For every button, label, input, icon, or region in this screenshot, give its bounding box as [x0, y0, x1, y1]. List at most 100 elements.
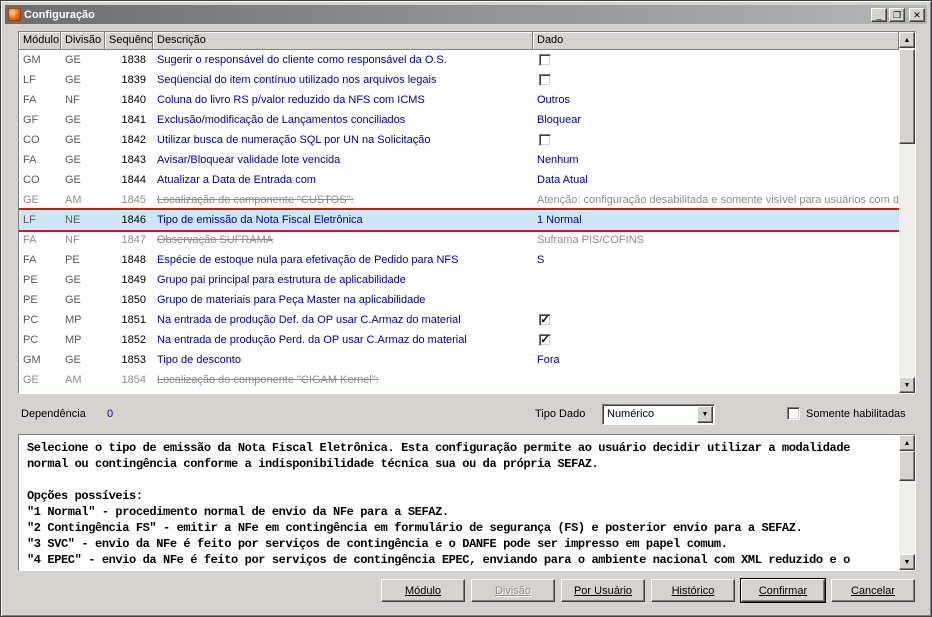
table-row[interactable]: FA NF 1840 Coluna do livro RS p/valor reduz…	[19, 90, 899, 110]
table-row[interactable]: CO GE 1842 Utilizar busca de numeração SQL …	[19, 130, 899, 150]
cell-sequencia: 1844	[121, 174, 146, 186]
config-table: Módulo Divisão Sequência Descrição Dado …	[18, 31, 916, 394]
cell-divisao: MP	[65, 334, 82, 346]
table-row[interactable]: GF GE 1841 Exclusão/modificação de Lançamen…	[19, 110, 899, 130]
por-usuario-button[interactable]: Por Usuário	[561, 579, 645, 602]
dependencia-label: Dependência	[21, 408, 86, 420]
cell-sequencia: 1852	[121, 334, 146, 346]
column-header-modulo[interactable]: Módulo	[19, 32, 61, 50]
scroll-up-icon[interactable]: ▲	[899, 435, 915, 451]
cell-divisao: NE	[65, 214, 81, 226]
cell-divisao: GE	[65, 54, 81, 66]
cell-divisao: GE	[65, 294, 81, 306]
cell-modulo: FA	[23, 154, 37, 166]
table-row[interactable]: LF GE 1839 Seqüencial do item contínuo util…	[19, 70, 899, 90]
table-row[interactable]: PE GE 1850 Grupo de materiais para Peça Mas…	[19, 290, 899, 310]
cell-descricao: Seqüencial do item contínuo utilizado no…	[157, 74, 437, 86]
table-row[interactable]: LF NE 1846 Tipo de emissão da Nota Fiscal E…	[19, 208, 899, 232]
cell-dado: ✓	[533, 314, 899, 326]
window-controls: _ ❐ ✕	[871, 7, 925, 22]
description-text: Selecione o tipo de emissão da Nota Fisc…	[27, 441, 850, 567]
cell-sequencia: 1842	[121, 134, 146, 146]
modulo-button[interactable]: Módulo	[381, 579, 465, 602]
chevron-down-icon[interactable]: ▼	[697, 406, 713, 423]
cell-divisao: GE	[65, 74, 81, 86]
cell-descricao: Exclusão/modificação de Lançamentos conc…	[157, 114, 406, 126]
close-icon[interactable]: ✕	[909, 7, 925, 22]
cell-sequencia: 1854	[121, 374, 146, 386]
column-header-sequencia[interactable]: Sequência	[105, 32, 153, 50]
status-row: Dependência 0 Tipo Dado Numérico ▼ Somen…	[1, 401, 931, 427]
cell-sequencia: 1841	[121, 114, 146, 126]
scrollbar-thumb[interactable]	[899, 451, 915, 481]
window-title: Configuração	[24, 8, 95, 21]
cell-divisao: GE	[65, 274, 81, 286]
historico-button[interactable]: Histórico	[651, 579, 735, 602]
tipo-dado-select[interactable]: Numérico ▼	[602, 404, 715, 425]
scrollbar-thumb[interactable]	[899, 49, 915, 144]
cell-dado: Atenção: configuração desabilitada e som…	[537, 194, 899, 206]
column-header-descricao[interactable]: Descrição	[153, 32, 533, 50]
maximize-icon[interactable]: ❐	[889, 7, 905, 22]
cell-sequencia: 1838	[121, 54, 146, 66]
minimize-icon[interactable]: _	[871, 7, 887, 22]
table-row[interactable]: FA PE 1848 Espécie de estoque nula para efe…	[19, 250, 899, 270]
cell-modulo: CO	[23, 174, 40, 186]
cell-modulo: CO	[23, 134, 40, 146]
confirmar-button[interactable]: Confirmar	[741, 579, 825, 602]
table-row[interactable]: GE AM 1845 Localização do componente "CUSTO…	[19, 190, 899, 210]
table-row[interactable]: GM GE 1853 Tipo de desconto Fora	[19, 350, 899, 370]
cell-sequencia: 1848	[121, 254, 146, 266]
table-row[interactable]: GM GE 1838 Sugerir o responsável do cliente…	[19, 50, 899, 70]
scroll-up-icon[interactable]: ▲	[899, 32, 915, 48]
cell-descricao: Tipo de desconto	[157, 354, 241, 366]
cell-descricao: Grupo de materiais para Peça Master na a…	[157, 294, 426, 306]
scroll-down-icon[interactable]: ▼	[899, 554, 915, 570]
cell-dado: 1 Normal	[537, 214, 582, 226]
table-scrollbar[interactable]: ▲ ▼	[899, 32, 915, 393]
cell-descricao: Avisar/Bloquear validade lote vencida	[157, 154, 341, 166]
cell-divisao: GE	[65, 174, 81, 186]
cell-descricao: Atualizar a Data de Entrada com	[157, 174, 316, 186]
somente-habilitadas-checkbox[interactable]	[787, 407, 800, 420]
column-header-dado[interactable]: Dado	[533, 32, 899, 50]
cancelar-button[interactable]: Cancelar	[831, 579, 915, 602]
cell-divisao: NF	[65, 94, 80, 106]
dado-checkbox[interactable]	[539, 54, 551, 66]
dado-checkbox[interactable]	[539, 74, 551, 86]
cell-modulo: FA	[23, 254, 37, 266]
cell-descricao: Na entrada de produção Def. da OP usar C…	[157, 314, 461, 326]
table-body: GM GE 1838 Sugerir o responsável do cliente…	[19, 50, 899, 393]
cell-sequencia: 1847	[121, 234, 146, 246]
description-scrollbar[interactable]: ▲ ▼	[899, 435, 915, 570]
table-row[interactable]: PE GE 1849 Grupo pai principal para estrutu…	[19, 270, 899, 290]
dado-checkbox[interactable]	[539, 134, 551, 146]
scroll-down-icon[interactable]: ▼	[899, 377, 915, 393]
table-row[interactable]: FA NF 1847 Observação SUFRAMA Suframa PIS/CO…	[19, 230, 899, 250]
cell-modulo: FA	[23, 94, 37, 106]
cell-descricao: Grupo pai principal para estrutura de ap…	[157, 274, 406, 286]
cell-descricao: Coluna do livro RS p/valor reduzido da N…	[157, 94, 425, 106]
table-row[interactable]: FA GE 1843 Avisar/Bloquear validade lote ve…	[19, 150, 899, 170]
table-row[interactable]: PC MP 1851 Na entrada de produção Def. da O…	[19, 310, 899, 330]
cell-sequencia: 1850	[121, 294, 146, 306]
cell-modulo: PC	[23, 314, 39, 326]
table-row[interactable]: GE AM 1854 Localização do componente "CIGAM…	[19, 370, 899, 390]
titlebar[interactable]: Configuração _ ❐ ✕	[5, 5, 927, 24]
cell-dado: Bloquear	[537, 114, 582, 126]
cell-descricao: Na entrada de produção Perd. da OP usar …	[157, 334, 467, 346]
dado-checkbox[interactable]: ✓	[539, 334, 551, 346]
cell-divisao: NF	[65, 234, 80, 246]
cell-modulo: GM	[23, 54, 41, 66]
table-header: Módulo Divisão Sequência Descrição Dado	[19, 32, 899, 50]
dado-checkbox[interactable]: ✓	[539, 314, 551, 326]
configuracao-window: Configuração _ ❐ ✕ Módulo Divisão Sequên…	[0, 0, 932, 617]
cell-dado	[533, 54, 899, 66]
cell-modulo: GF	[23, 114, 39, 126]
cell-modulo: FA	[23, 234, 37, 246]
cell-divisao: GE	[65, 114, 81, 126]
column-header-divisao[interactable]: Divisão	[61, 32, 105, 50]
dependencia-value: 0	[107, 408, 114, 420]
table-row[interactable]: CO GE 1844 Atualizar a Data de Entrada com D…	[19, 170, 899, 190]
table-row[interactable]: PC MP 1852 Na entrada de produção Perd. da …	[19, 330, 899, 350]
